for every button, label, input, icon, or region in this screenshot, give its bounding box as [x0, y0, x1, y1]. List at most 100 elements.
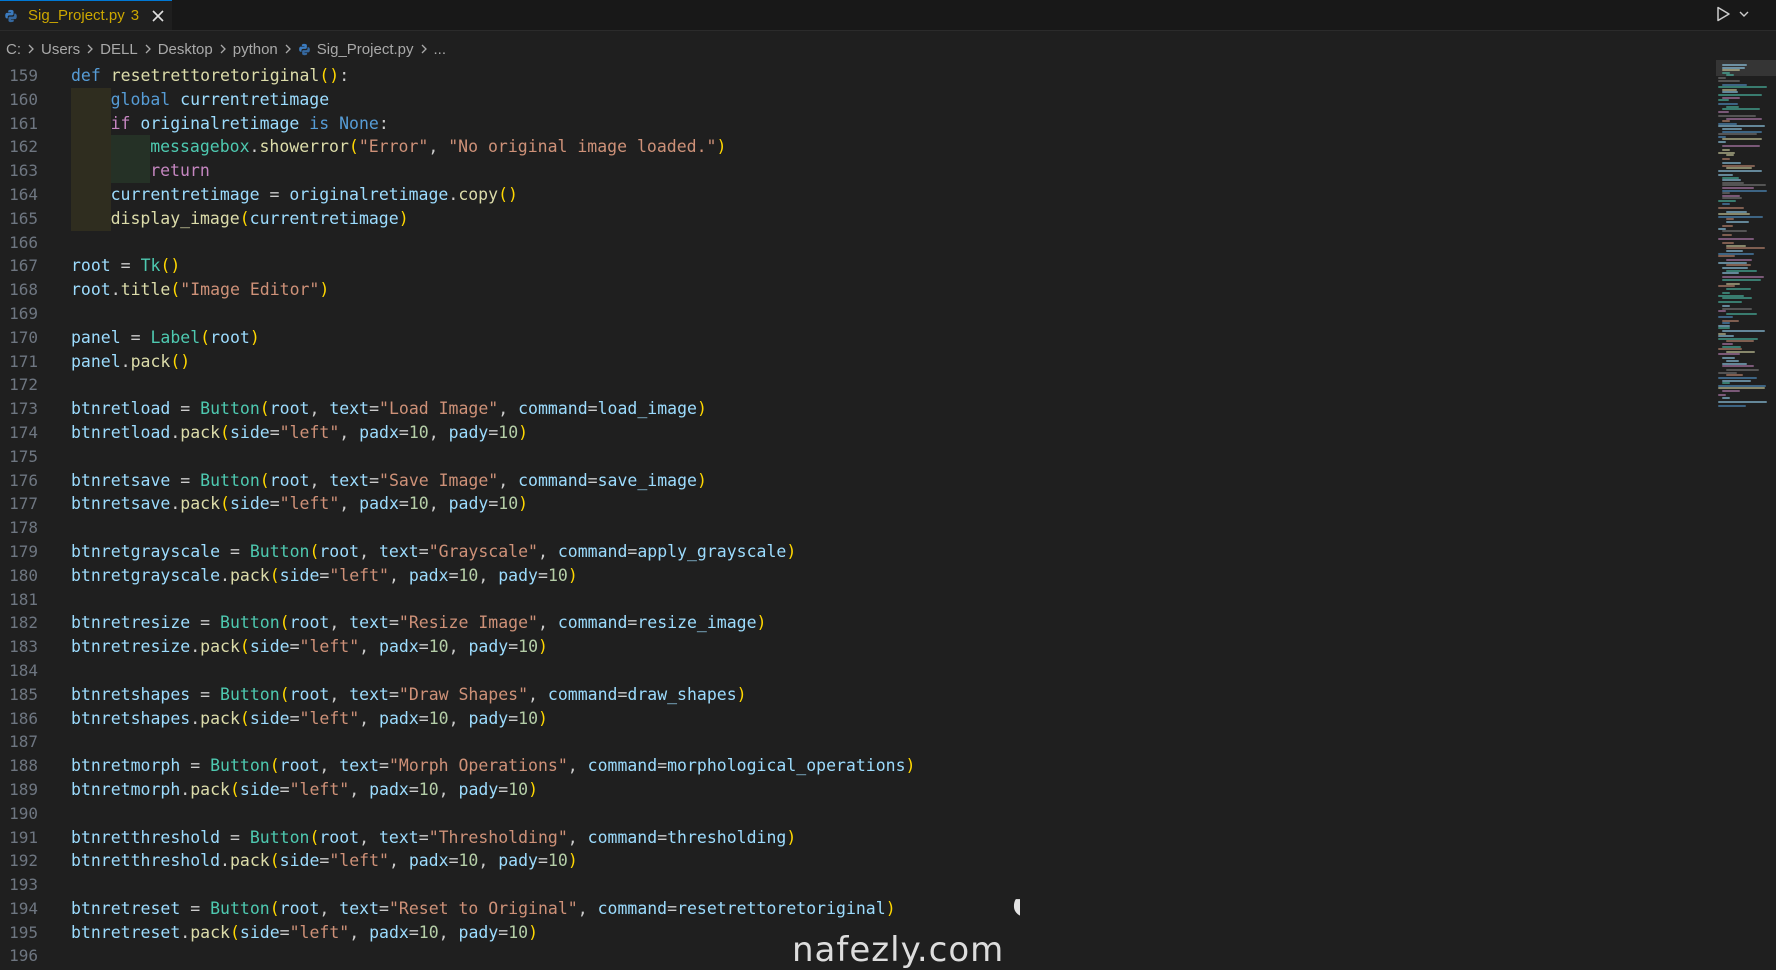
minimap-line: [1718, 79, 1740, 82]
code-text: btnretload = Button(root, text="Load Ima…: [71, 397, 707, 421]
code-line[interactable]: 171 panel.pack(): [0, 350, 1716, 374]
code-text: btnretreset.pack(side="left", padx=10, p…: [71, 921, 538, 945]
code-line[interactable]: 163 return: [0, 159, 1716, 183]
code-line[interactable]: 188 btnretmorph = Button(root, text="Morp…: [0, 754, 1716, 778]
code-token: ,: [319, 898, 340, 918]
code-line[interactable]: 185 btnretshapes = Button(root, text="Dra…: [0, 683, 1716, 707]
code-token: =: [657, 827, 668, 847]
code-line[interactable]: 195 btnretreset.pack(side="left", padx=10…: [0, 921, 1716, 945]
line-number: 184: [9, 660, 38, 680]
code-token: btnretgrayscale: [71, 541, 221, 561]
code-line[interactable]: 164 currentretimage = originalretimage.co…: [0, 182, 1716, 207]
minimap-line: [1722, 382, 1730, 385]
code-line[interactable]: 162 messagebox.showerror("Error", "No ori…: [0, 135, 1716, 160]
breadcrumb-item-symbol[interactable]: ...: [434, 41, 447, 58]
code-token: ,: [309, 470, 330, 490]
code-text: root.title("Image Editor"): [71, 278, 329, 302]
code-line[interactable]: 173 btnretload = Button(root, text="Load …: [0, 397, 1716, 421]
code-token: padx: [408, 851, 449, 871]
code-token: =: [269, 494, 280, 514]
code-token: "left": [279, 422, 340, 442]
code-line[interactable]: 165 display_image(currentretimage): [0, 206, 1716, 231]
code-line[interactable]: 159 def resetrettoretoriginal():: [0, 64, 1716, 88]
minimap-line: [1722, 187, 1754, 189]
code-line[interactable]: 191 btnretthreshold = Button(root, text="…: [0, 826, 1716, 850]
breadcrumb-item-drive[interactable]: C:: [6, 41, 21, 58]
code-line[interactable]: 179 btnretgrayscale = Button(root, text="…: [0, 540, 1716, 564]
code-token: (: [279, 684, 290, 704]
code-line[interactable]: 181: [0, 588, 1716, 612]
code-token: (: [170, 280, 181, 300]
code-line[interactable]: 183 btnretresize.pack(side="left", padx=1…: [0, 635, 1716, 659]
code-line[interactable]: 161 if originalretimage is None:: [0, 111, 1716, 136]
code-line[interactable]: 196: [0, 944, 1716, 968]
code-line[interactable]: 184: [0, 659, 1716, 683]
code-line[interactable]: 170 panel = Label(root): [0, 326, 1716, 350]
breadcrumb-item-users[interactable]: Users: [41, 41, 80, 58]
code-line[interactable]: 186 btnretshapes.pack(side="left", padx=1…: [0, 707, 1716, 731]
minimap-line: [1722, 202, 1730, 205]
editor-tab[interactable]: Sig_Project.py 3: [0, 0, 172, 30]
code-line[interactable]: 189 btnretmorph.pack(side="left", padx=10…: [0, 778, 1716, 802]
vertical-scrollbar[interactable]: [1766, 60, 1776, 970]
code-line[interactable]: 190: [0, 802, 1716, 826]
code-token: load_image: [597, 399, 697, 419]
minimap-line: [1722, 138, 1762, 141]
indent-guide: [71, 182, 111, 207]
code-token: =: [408, 922, 419, 942]
minimap-line: [1726, 221, 1749, 223]
breadcrumb-item-desktop[interactable]: Desktop: [158, 41, 213, 58]
code-token: =: [220, 827, 250, 847]
code-editor[interactable]: 159 def resetrettoretoriginal(): 160 global…: [0, 64, 1716, 970]
code-token: 10: [498, 422, 519, 442]
code-line[interactable]: 176 btnretsave = Button(root, text="Save …: [0, 469, 1716, 493]
code-token: 10: [498, 494, 519, 514]
code-token: =: [319, 565, 330, 585]
code-line[interactable]: 177 btnretsave.pack(side="left", padx=10,…: [0, 492, 1716, 516]
minimap-line: [1726, 259, 1752, 262]
code-line[interactable]: 160 global currentretimage: [0, 87, 1716, 112]
breadcrumb-item-file[interactable]: Sig_Project.py: [317, 41, 414, 58]
code-line[interactable]: 175: [0, 445, 1716, 469]
code-token: pack: [229, 851, 270, 871]
chevron-down-icon[interactable]: [1738, 8, 1750, 20]
code-token: "left": [299, 708, 360, 728]
code-token: btnretshapes: [71, 684, 191, 704]
code-line[interactable]: 166: [0, 231, 1716, 255]
code-token: =: [170, 470, 201, 490]
code-token: root: [71, 256, 111, 276]
minimap-line: [1722, 390, 1740, 392]
play-icon[interactable]: [1714, 5, 1732, 23]
line-number: 171: [9, 351, 38, 371]
code-line[interactable]: 180 btnretgrayscale.pack(side="left", pad…: [0, 564, 1716, 588]
code-line[interactable]: 193: [0, 873, 1716, 897]
breadcrumb-item-dell[interactable]: DELL: [100, 41, 138, 58]
code-token: Button: [220, 684, 280, 704]
code-token: btnretresize: [71, 613, 191, 633]
code-token: command: [518, 399, 588, 419]
code-token: (): [160, 256, 181, 276]
code-token: ): [885, 898, 896, 918]
close-icon[interactable]: [151, 9, 165, 23]
code-line[interactable]: 178: [0, 516, 1716, 540]
code-token: ,: [349, 922, 370, 942]
line-number: 168: [9, 280, 38, 300]
code-line[interactable]: 182 btnretresize = Button(root, text="Res…: [0, 611, 1716, 635]
code-line[interactable]: 192 btnretthreshold.pack(side="left", pad…: [0, 849, 1716, 873]
code-token: global: [110, 89, 171, 109]
code-token: =: [170, 399, 201, 419]
code-line[interactable]: 187: [0, 730, 1716, 754]
code-token: btnretmorph: [71, 779, 181, 799]
code-token: btnretload: [71, 422, 171, 442]
code-token: btnretsave: [71, 494, 171, 514]
code-line[interactable]: 169: [0, 302, 1716, 326]
code-token: =: [448, 565, 459, 585]
code-line[interactable]: 194 btnretreset = Button(root, text="Rese…: [0, 897, 1716, 921]
code-line[interactable]: 167 root = Tk(): [0, 254, 1716, 278]
code-token: (: [229, 779, 240, 799]
code-line[interactable]: 172: [0, 373, 1716, 397]
code-line[interactable]: 174 btnretload.pack(side="left", padx=10,…: [0, 421, 1716, 445]
breadcrumb-item-python[interactable]: python: [233, 41, 278, 58]
chevron-right-icon: [87, 44, 94, 54]
code-line[interactable]: 168 root.title("Image Editor"): [0, 278, 1716, 302]
